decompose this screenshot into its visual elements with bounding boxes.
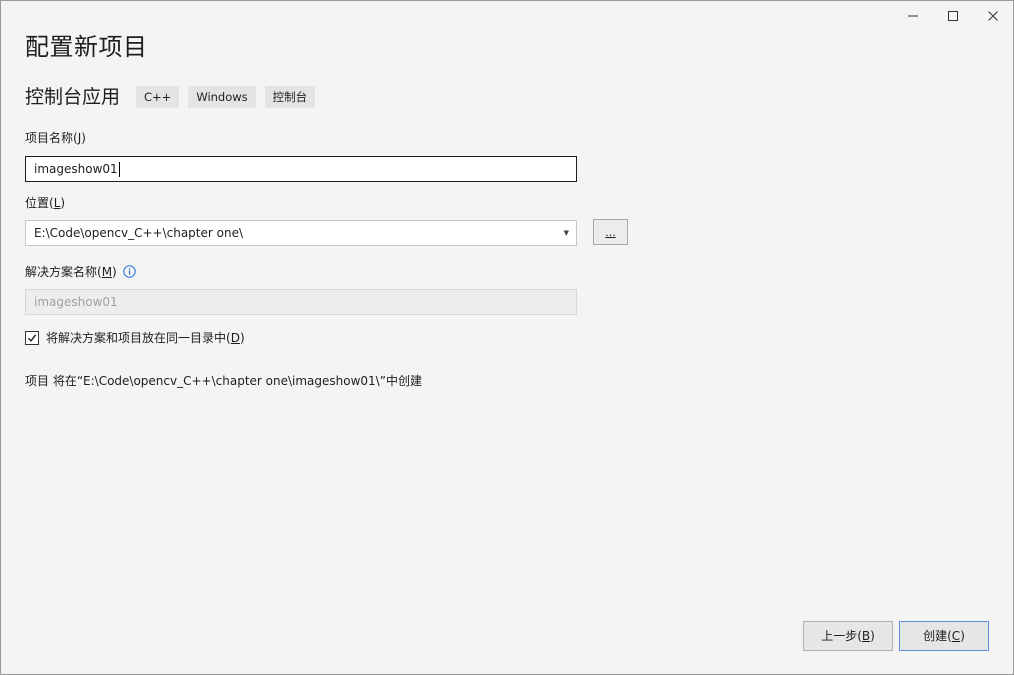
project-name-input[interactable]: imageshow01 (25, 156, 577, 182)
project-name-label: 项目名称(J) (25, 131, 86, 145)
location-combobox[interactable]: E:\Code\opencv_C++\chapter one\ ▼ (25, 220, 577, 246)
browse-button[interactable]: ... (593, 219, 628, 245)
solution-name-label: 解决方案名称(M) (25, 264, 136, 282)
maximize-button[interactable] (933, 1, 973, 31)
tag-language: C++ (136, 86, 180, 108)
checkmark-icon (27, 333, 37, 342)
chevron-down-icon[interactable]: ▼ (564, 221, 569, 245)
location-value: E:\Code\opencv_C++\chapter one\ (34, 226, 243, 240)
same-directory-option[interactable]: 将解决方案和项目放在同一目录中(D) (25, 329, 245, 346)
close-icon (988, 11, 998, 21)
template-header: 控制台应用 C++ Windows 控制台 (25, 83, 324, 111)
solution-name-input: imageshow01 (25, 289, 577, 315)
project-name-value: imageshow01 (34, 162, 118, 176)
same-directory-label: 将解决方案和项目放在同一目录中(D) (46, 331, 245, 345)
maximize-icon (948, 11, 958, 21)
minimize-button[interactable] (893, 1, 933, 31)
back-button[interactable]: 上一步(B) (803, 621, 893, 651)
configure-project-window: 配置新项目 控制台应用 C++ Windows 控制台 项目名称(J) imag… (0, 0, 1014, 675)
tag-platform: Windows (188, 86, 256, 108)
close-button[interactable] (973, 1, 1013, 31)
minimize-icon (908, 15, 918, 17)
same-directory-checkbox[interactable] (25, 330, 39, 345)
template-name: 控制台应用 (25, 86, 121, 108)
text-caret (118, 161, 120, 177)
window-controls (893, 1, 1013, 31)
location-label: 位置(L) (25, 196, 66, 210)
solution-name-value: imageshow01 (34, 295, 118, 309)
creation-path-summary: 项目 将在“E:\Code\opencv_C++\chapter one\ima… (25, 374, 422, 388)
tag-project-type: 控制台 (264, 86, 316, 108)
info-icon[interactable] (123, 265, 136, 282)
create-button[interactable]: 创建(C) (899, 621, 989, 651)
page-title: 配置新项目 (25, 33, 148, 61)
